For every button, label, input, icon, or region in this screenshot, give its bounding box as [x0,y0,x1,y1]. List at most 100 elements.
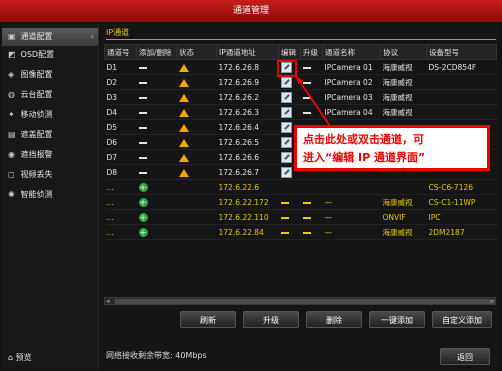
delete-icon[interactable] [138,141,147,144]
table-row[interactable]: D1 172.6.26.8 IPCamera 01 海康威视 DS-2CD854… [104,59,497,75]
cell-protocol: 海康威视 [380,104,427,120]
refresh-button[interactable]: 刷新 [180,311,236,328]
edit-icon[interactable] [280,91,292,103]
preview-label: 预览 [15,353,32,362]
warning-icon [178,168,189,177]
cell-model: DS-2CD854F [426,59,497,75]
tab-ip-channel[interactable]: IP通道 [106,27,129,38]
col-header-edit: 编辑 [278,44,301,60]
one-click-add-button[interactable]: 一键添加 [369,311,425,328]
scroll-right-icon[interactable]: ▸ [490,297,494,305]
add-icon[interactable]: + [138,182,148,192]
add-icon[interactable]: + [138,197,148,207]
cell-model [426,74,497,90]
scroll-left-icon[interactable]: ◂ [106,297,110,305]
delete-icon[interactable] [138,171,147,174]
col-header-status: 状态 [176,44,217,60]
delete-icon[interactable] [138,111,147,114]
sidebar-item-ptz-config[interactable]: ◍ 云台配置 [2,86,98,104]
sidebar-item-video-loss[interactable]: ◻ 视频丢失 [2,166,98,184]
callout-box: 点击此处或双击通道，可 进入“编辑 IP 通道界面” [294,125,490,171]
bandwidth-status: 网络接收剩余带宽: 40Mbps [106,351,207,360]
cell-protocol: ONVIF [380,209,427,225]
delete-cell[interactable] [136,119,177,135]
callout-line-2: 进入“编辑 IP 通道界面” [303,151,426,164]
edit-cell [278,194,301,210]
delete-icon[interactable] [138,81,147,84]
upgrade-icon[interactable] [302,96,311,99]
upgrade-cell[interactable] [300,74,323,90]
upgrade-icon[interactable] [302,66,311,69]
upgrade-button[interactable]: 升级 [243,311,299,328]
sidebar-item-image-config[interactable]: ◈ 图像配置 [2,66,98,84]
sidebar-item-motion-detection[interactable]: ✦ 移动侦测 [2,106,98,124]
upgrade-cell[interactable] [300,104,323,120]
preview-button[interactable]: ⌂ 预览 [2,349,98,367]
delete-icon[interactable] [138,66,147,69]
sidebar-item-channel-config[interactable]: ▣ 通道配置 › [2,28,98,46]
add-cell[interactable]: + [136,179,177,195]
sidebar-item-privacy-mask[interactable]: ▤ 遮盖配置 [2,126,98,144]
cell-model [426,104,497,120]
delete-button[interactable]: 删除 [306,311,362,328]
cell-model: CS-C1-11WP [426,194,497,210]
delete-cell[interactable] [136,59,177,75]
scroll-thumb[interactable] [115,299,495,304]
delete-icon[interactable] [138,126,147,129]
upgrade-icon[interactable] [302,81,311,84]
back-button[interactable]: 返回 [440,348,490,365]
discovered-row[interactable]: ... + 172.6.22.110 — ONVIF IPC [104,209,497,225]
upgrade-icon[interactable] [302,111,311,114]
sidebar-item-osd-config[interactable]: ◩ OSD配置 [2,46,98,64]
delete-cell[interactable] [136,134,177,150]
edit-cell[interactable] [278,89,301,105]
custom-add-button[interactable]: 自定义添加 [432,311,492,328]
edit-icon[interactable] [280,151,292,163]
add-cell[interactable]: + [136,209,177,225]
delete-icon[interactable] [138,156,147,159]
upgrade-cell [300,209,323,225]
edit-icon[interactable] [280,166,292,178]
discovered-row[interactable]: ... + 172.6.22.6 CS-C6-7126 [104,179,497,195]
cell-name: IPCamera 03 [322,89,381,105]
delete-cell[interactable] [136,74,177,90]
delete-icon[interactable] [138,96,147,99]
add-cell[interactable]: + [136,224,177,240]
upgrade-cell[interactable] [300,59,323,75]
delete-cell[interactable] [136,89,177,105]
edit-icon[interactable] [280,136,292,148]
delete-cell[interactable] [136,149,177,165]
image-icon: ◈ [8,70,15,79]
cell-channel: D8 [104,164,137,180]
upgrade-cell[interactable] [300,89,323,105]
horizontal-scrollbar[interactable]: ◂ ▸ [104,297,496,305]
cell-ip: 172.6.26.4 [216,119,279,135]
status-cell [176,119,217,135]
cell-name: IPCamera 04 [322,104,381,120]
sidebar-item-label: 遮盖配置 [20,130,53,139]
table-row[interactable]: D3 172.6.26.2 IPCamera 03 海康威视 [104,89,497,105]
add-icon[interactable]: + [138,212,148,222]
delete-cell[interactable] [136,104,177,120]
table-row[interactable]: D4 172.6.26.3 IPCamera 04 海康威视 [104,104,497,120]
sidebar-item-tamper-alarm[interactable]: ◉ 遮挡报警 [2,146,98,164]
discovered-row[interactable]: ... + 172.6.22.172 — 海康威视 CS-C1-11WP [104,194,497,210]
edit-cell[interactable] [278,104,301,120]
sidebar-item-smart-detection[interactable]: ✺ 智能侦测 [2,186,98,204]
edit-icon[interactable] [280,121,292,133]
dash-icon [280,201,289,204]
cell-channel: D1 [104,59,137,75]
cell-ip: 172.6.22.6 [216,179,279,195]
add-icon[interactable]: + [138,227,148,237]
cell-channel: ... [104,179,137,195]
home-icon: ⌂ [8,353,16,362]
edit-icon[interactable] [280,106,292,118]
cell-channel: ... [104,194,137,210]
add-cell[interactable]: + [136,194,177,210]
edit-icon[interactable] [280,76,292,88]
dash-icon [302,231,311,234]
discovered-row[interactable]: ... + 172.6.22.84 — 海康威视 2DM2187 [104,224,497,240]
table-row[interactable]: D2 172.6.26.9 IPCamera 02 海康威视 [104,74,497,90]
delete-cell[interactable] [136,164,177,180]
cell-ip: 172.6.22.84 [216,224,279,240]
